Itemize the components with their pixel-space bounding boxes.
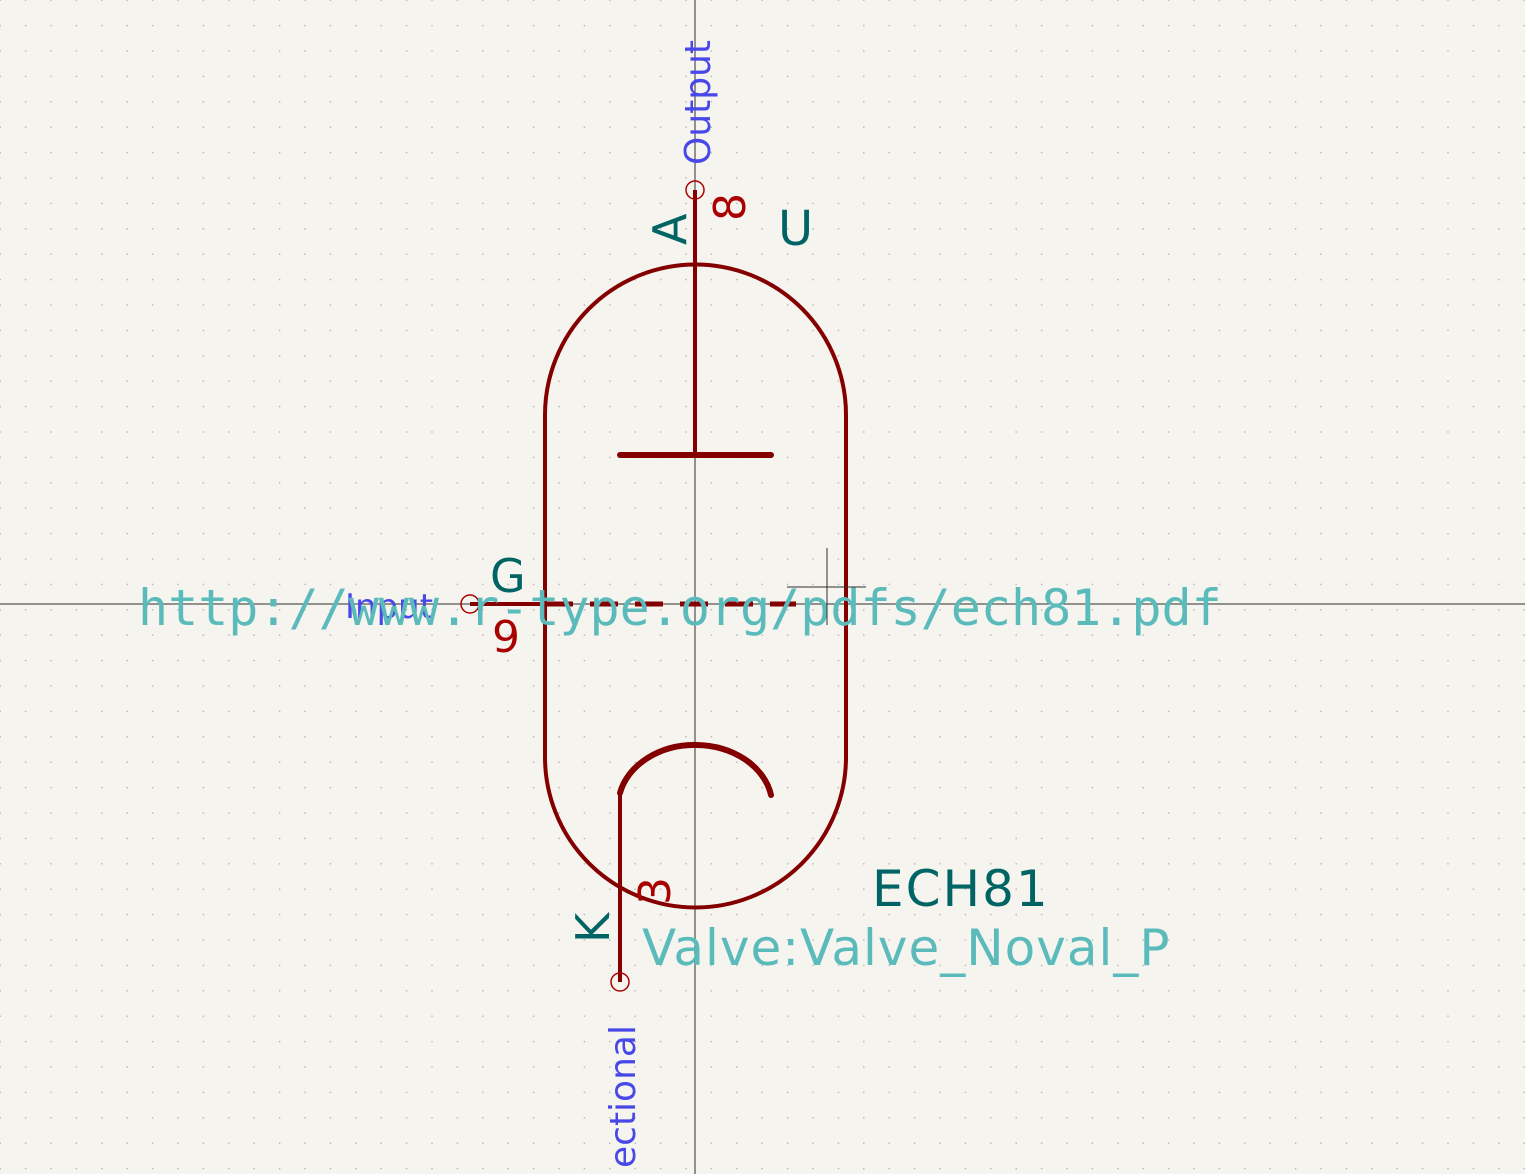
reference-designator[interactable]: U <box>778 201 813 257</box>
cathode-pin-type-label: ectional <box>603 1025 644 1168</box>
cathode-pin-number: 3 <box>630 877 681 905</box>
schematic-canvas[interactable]: Output Input ectional A G K 8 9 3 U ECH8… <box>0 0 1525 1174</box>
anode-pin-number: 8 <box>705 193 756 221</box>
anode-pin-type-label: Output <box>678 40 719 165</box>
datasheet-field[interactable]: http://www.r-type.org/pdfs/ech81.pdf <box>138 579 1222 637</box>
value-field[interactable]: ECH81 <box>872 860 1050 918</box>
cathode-pin-name: K <box>566 911 620 943</box>
anode-pin-name: A <box>643 213 697 245</box>
footprint-field[interactable]: Valve:Valve_Noval_P <box>642 919 1171 977</box>
